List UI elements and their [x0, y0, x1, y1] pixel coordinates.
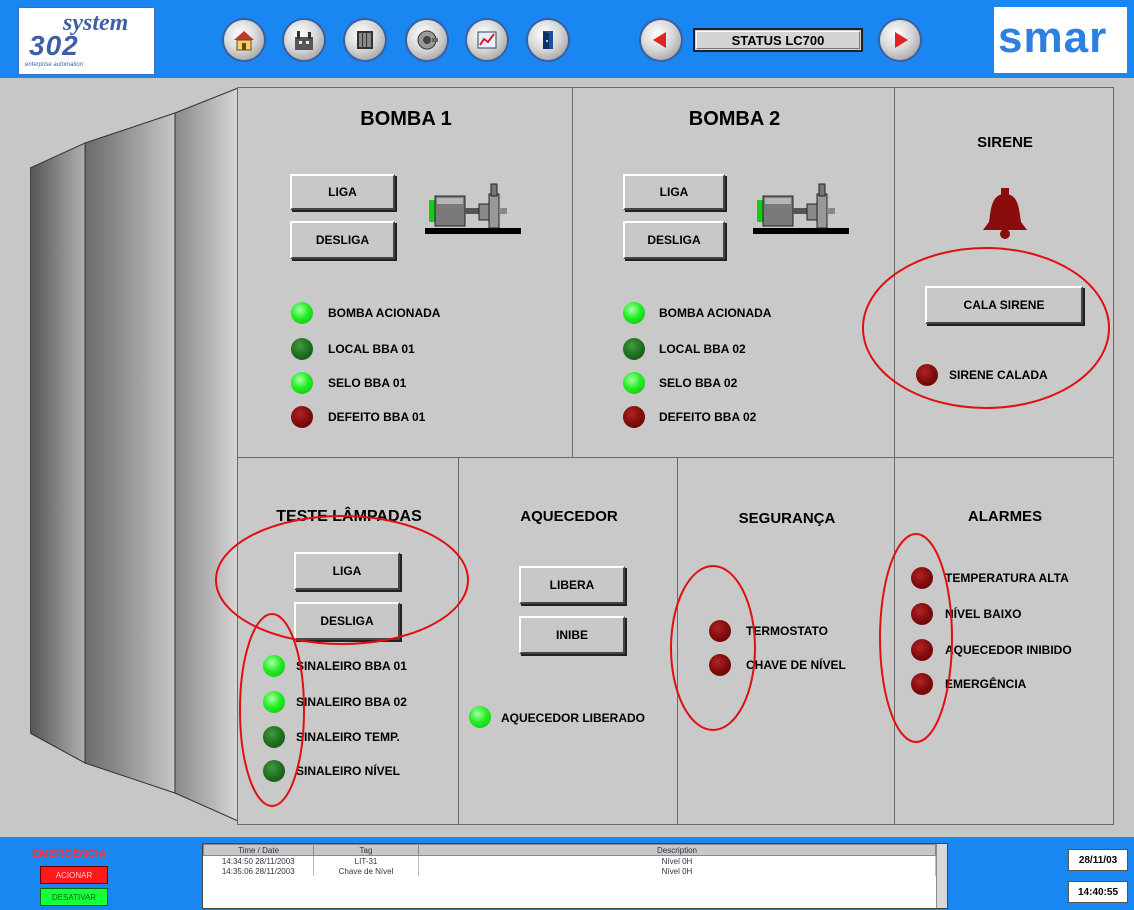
bomba2-selo-label: SELO BBA 02 [659, 376, 738, 390]
sirene-calada-led [916, 364, 938, 386]
status-lc700-field[interactable]: STATUS LC700 [693, 28, 863, 52]
chave-nivel-led [709, 654, 731, 676]
chart-icon[interactable] [467, 20, 507, 60]
emergency-acionar-button[interactable]: ACIONAR [40, 866, 108, 884]
rack-icon[interactable] [345, 20, 385, 60]
aquecedor-inibido-label: AQUECEDOR INIBIDO [945, 643, 1072, 657]
alarmes-title: ALARMES [967, 508, 1043, 525]
row-time: 14:35:06 28/11/2003 [203, 866, 314, 876]
system302-logo: system 302 enterprise automation [18, 7, 155, 75]
sinaleiro-temp-led [263, 726, 285, 748]
sirene-calada-label: SIRENE CALADA [949, 368, 1048, 382]
bomba2-desliga-button[interactable]: DESLIGA [623, 221, 725, 259]
temperatura-alta-led [911, 567, 933, 589]
bomba2-defeito-label: DEFEITO BBA 02 [659, 410, 757, 424]
bomba2-acionada-label: BOMBA ACIONADA [659, 306, 772, 320]
temperatura-alta-label: TEMPERATURA ALTA [945, 571, 1069, 585]
teste-lampadas-title: TESTE LÂMPADAS [276, 508, 422, 525]
bomba1-local-label: LOCAL BBA 01 [328, 342, 415, 356]
sinaleiro-bba01-led [263, 655, 285, 677]
bomba1-selo-label: SELO BBA 01 [328, 376, 407, 390]
emergency-title: EMERGÊNCIA [32, 848, 107, 860]
bomba2-local-label: LOCAL BBA 02 [659, 342, 746, 356]
sirene-title: SIRENE [977, 134, 1033, 151]
motor-icon[interactable] [407, 20, 447, 60]
sinaleiro-bba02-led [263, 691, 285, 713]
bomba1-acionada-label: BOMBA ACIONADA [328, 306, 441, 320]
bomba2-defeito-led [623, 406, 645, 428]
bomba1-panel: BOMBA 1 LIGA DESLIGA BOMBA ACIONADA LOCA… [237, 87, 573, 458]
emergency-desativar-button[interactable]: DESATIVAR [40, 888, 108, 906]
sinaleiro-nivel-label: SINALEIRO NÍVEL [296, 764, 401, 778]
alarmes-panel: ALARMES TEMPERATURA ALTA NÍVEL BAIXO AQU… [894, 457, 1114, 825]
bomba1-acionada-led [291, 302, 313, 324]
sinaleiro-bba01-label: SINALEIRO BBA 01 [296, 659, 407, 673]
row-description: Nível 0H [418, 855, 936, 866]
bomba1-defeito-label: DEFEITO BBA 01 [328, 410, 426, 424]
factory-icon[interactable] [284, 20, 324, 60]
smar-logo: smar [994, 7, 1127, 73]
door-icon[interactable] [528, 20, 568, 60]
table-row[interactable]: 14:35:06 28/11/2003 Chave de Nível Nível… [203, 866, 936, 876]
aquecedor-inibe-button[interactable]: INIBE [519, 616, 625, 654]
table-row[interactable]: 14:34:50 28/11/2003 LIT-31 Nível 0H [203, 855, 936, 866]
col-tag[interactable]: Tag [313, 844, 419, 856]
aquecedor-panel: AQUECEDOR LIBERA INIBE AQUECEDOR LIBERAD… [458, 457, 678, 825]
row-tag: Chave de Nível [313, 866, 419, 876]
nivel-baixo-label: NÍVEL BAIXO [945, 607, 1022, 621]
aquecedor-libera-button[interactable]: LIBERA [519, 566, 625, 604]
aquecedor-liberado-led [469, 706, 491, 728]
sinaleiro-temp-label: SINALEIRO TEMP. [296, 730, 400, 744]
emergencia-led [911, 673, 933, 695]
bomba2-selo-led [623, 372, 645, 394]
seguranca-panel: SEGURANÇA TERMOSTATO CHAVE DE NÍVEL [677, 457, 895, 825]
perspective-cabinet-graphic [30, 88, 239, 821]
termostato-label: TERMOSTATO [746, 624, 828, 638]
table-scrollbar[interactable] [936, 844, 947, 908]
home-icon[interactable] [224, 20, 264, 60]
table-header-row: Time / Date Tag Description [203, 844, 936, 856]
sirene-panel: SIRENE CALA SIRENE SIRENE CALADA [894, 87, 1114, 458]
aquecedor-title: AQUECEDOR [520, 508, 618, 525]
row-tag: LIT-31 [313, 855, 419, 866]
bomba1-selo-led [291, 372, 313, 394]
sinaleiro-nivel-led [263, 760, 285, 782]
bomba1-desliga-button[interactable]: DESLIGA [290, 221, 395, 259]
aquecedor-inibido-led [911, 639, 933, 661]
bomba2-title: BOMBA 2 [688, 108, 781, 130]
bomba2-panel: BOMBA 2 LIGA DESLIGA BOMBA ACIONADA LOCA… [572, 87, 895, 458]
bomba2-acionada-led [623, 302, 645, 324]
bomba2-liga-button[interactable]: LIGA [623, 174, 725, 210]
row-description: Nível 0H [418, 866, 936, 876]
bomba1-defeito-led [291, 406, 313, 428]
bomba1-local-led [291, 338, 313, 360]
col-time-date[interactable]: Time / Date [203, 844, 314, 856]
alarm-log-table[interactable]: Time / Date Tag Description 14:34:50 28/… [202, 843, 948, 909]
bomba2-local-led [623, 338, 645, 360]
nivel-baixo-led [911, 603, 933, 625]
cala-sirene-button[interactable]: CALA SIRENE [925, 286, 1083, 324]
termostato-led [709, 620, 731, 642]
teste-lampadas-panel: TESTE LÂMPADAS LIGA DESLIGA SINALEIRO BB… [237, 457, 459, 825]
date-display: 28/11/03 [1068, 849, 1128, 871]
seguranca-title: SEGURANÇA [738, 510, 836, 527]
bomba1-title: BOMBA 1 [360, 108, 452, 130]
teste-liga-button[interactable]: LIGA [294, 552, 400, 590]
emergencia-label: EMERGÊNCIA [945, 677, 1027, 691]
pump-icon [753, 183, 849, 234]
siren-bell-icon [983, 188, 1027, 239]
chave-nivel-label: CHAVE DE NÍVEL [746, 658, 846, 672]
pump-icon [425, 183, 521, 234]
arrow-left-icon[interactable] [641, 20, 681, 60]
teste-desliga-button[interactable]: DESLIGA [294, 602, 400, 640]
arrow-right-icon[interactable] [880, 20, 920, 60]
sinaleiro-bba02-label: SINALEIRO BBA 02 [296, 695, 407, 709]
top-toolbar: system 302 enterprise automation STATUS … [0, 0, 1134, 78]
aquecedor-liberado-label: AQUECEDOR LIBERADO [501, 711, 646, 725]
bomba1-liga-button[interactable]: LIGA [290, 174, 395, 210]
col-description[interactable]: Description [418, 844, 936, 856]
row-time: 14:34:50 28/11/2003 [203, 855, 314, 866]
time-display: 14:40:55 [1068, 881, 1128, 903]
